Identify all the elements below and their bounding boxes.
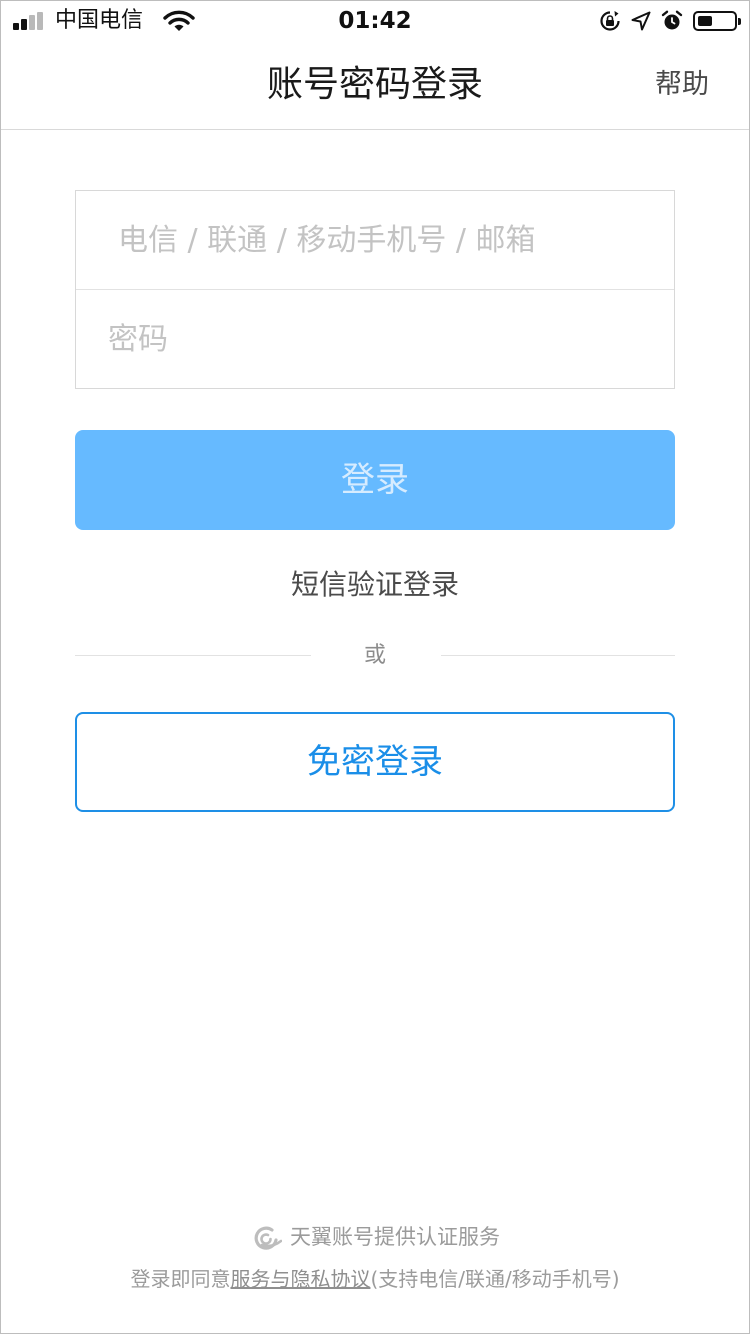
tianyi-logo-icon	[254, 1226, 282, 1250]
navigation-bar: 账号密码登录 帮助	[1, 41, 749, 130]
agreement-text: 登录即同意服务与隐私协议(支持电信/联通/移动手机号)	[1, 1264, 749, 1294]
sms-login-link[interactable]: 短信验证登录	[1, 565, 749, 605]
status-bar: 中国电信 01:42	[1, 1, 749, 41]
login-form	[75, 190, 675, 389]
status-icons	[599, 9, 741, 33]
provider-credit: 天翼账号提供认证服务	[1, 1222, 749, 1252]
agreement-link[interactable]: 服务与隐私协议	[230, 1267, 370, 1291]
agreement-suffix: (支持电信/联通/移动手机号)	[370, 1267, 620, 1291]
location-arrow-icon	[631, 11, 651, 31]
page-title: 账号密码登录	[266, 64, 483, 105]
login-button[interactable]: 登录	[75, 430, 675, 530]
account-input[interactable]	[76, 191, 674, 289]
provider-text: 天翼账号提供认证服务	[290, 1225, 500, 1249]
alarm-icon	[661, 10, 683, 30]
or-divider-right	[441, 655, 675, 656]
help-button[interactable]: 帮助	[655, 67, 709, 103]
rotation-lock-icon	[600, 11, 620, 31]
agreement-prefix: 登录即同意	[130, 1267, 231, 1291]
password-input[interactable]	[76, 290, 674, 388]
app-screen: 中国电信 01:42 账号密码登录 帮助 电信 / 联通 / 移动手机号 / 邮…	[0, 0, 750, 1334]
battery-icon	[693, 11, 741, 31]
passwordless-login-button[interactable]: 免密登录	[75, 712, 675, 812]
or-label: 或	[363, 643, 386, 668]
